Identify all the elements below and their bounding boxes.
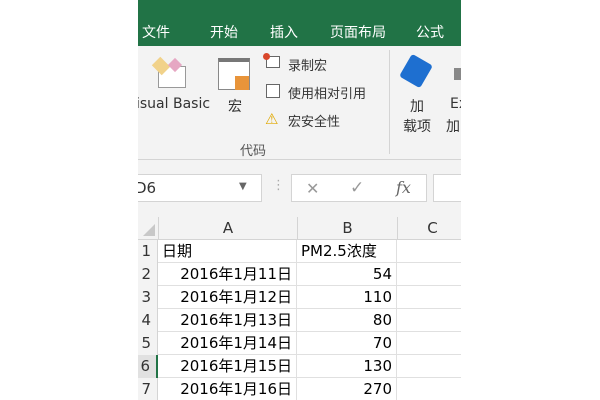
cell-a[interactable]: 2016年1月16日 [158, 378, 297, 400]
chevron-down-icon[interactable]: ▼ [239, 181, 247, 192]
row-header[interactable]: 6 [138, 355, 158, 378]
table-row: 7 2016年1月16日 270 [138, 378, 461, 400]
cell-b[interactable]: PM2.5浓度 [297, 240, 397, 263]
table-row: 6 2016年1月15日 130 [138, 355, 461, 378]
insert-function-icon[interactable]: fx [396, 178, 411, 197]
tab-page-layout[interactable]: 页面布局 [330, 22, 386, 42]
column-header-b[interactable]: B [298, 217, 398, 240]
macro-security-button[interactable]: 宏安全性 [288, 111, 340, 130]
column-header-a[interactable]: A [159, 217, 298, 240]
row-header[interactable]: 2 [138, 263, 158, 286]
tab-insert[interactable]: 插入 [270, 22, 298, 42]
table-row: 5 2016年1月14日 70 [138, 332, 461, 355]
row-header[interactable]: 4 [138, 309, 158, 332]
relative-reference-icon [266, 84, 280, 98]
drag-handle-icon[interactable]: ⋮ [272, 178, 285, 193]
ribbon-tab-bar: 文件 开始 插入 页面布局 公式 [138, 0, 461, 46]
row-header[interactable]: 7 [138, 378, 158, 400]
visual-basic-button[interactable]: isual Basic [138, 96, 210, 112]
formula-buttons: ✕ ✓ fx [291, 174, 427, 202]
cell-a[interactable]: 2016年1月13日 [158, 309, 297, 332]
excel-add-ins-label-1[interactable]: Ex [450, 96, 461, 112]
tab-formulas[interactable]: 公式 [416, 22, 444, 42]
add-ins-label-1[interactable]: 加 [410, 96, 424, 116]
record-macro-button[interactable]: 录制宏 [288, 55, 327, 74]
excel-add-ins-label-2[interactable]: 加 [446, 116, 460, 136]
formula-input[interactable] [433, 174, 461, 202]
formula-bar-area: D6 ▼ ⋮ ✕ ✓ fx [138, 160, 461, 217]
relative-reference-button[interactable]: 使用相对引用 [288, 83, 366, 102]
cancel-icon[interactable]: ✕ [306, 179, 319, 198]
cell-b[interactable]: 70 [297, 332, 397, 355]
table-row: 4 2016年1月13日 80 [138, 309, 461, 332]
visual-basic-icon [151, 56, 188, 88]
group-divider [389, 50, 390, 154]
name-box[interactable]: D6 ▼ [138, 174, 262, 202]
tab-file[interactable]: 文件 [142, 22, 170, 42]
macros-icon [218, 58, 250, 90]
cell-a[interactable]: 日期 [158, 240, 297, 263]
select-all-corner[interactable] [138, 217, 159, 240]
cell-a[interactable]: 2016年1月12日 [158, 286, 297, 309]
cell-b[interactable]: 54 [297, 263, 397, 286]
enter-icon[interactable]: ✓ [350, 178, 364, 198]
cell-b[interactable]: 130 [297, 355, 397, 378]
add-ins-icon [399, 53, 433, 89]
cell-a[interactable]: 2016年1月14日 [158, 332, 297, 355]
warning-icon: ⚠ [265, 110, 279, 128]
row-header[interactable]: 1 [138, 240, 158, 263]
column-header-c[interactable]: C [398, 217, 461, 240]
cell-b[interactable]: 270 [297, 378, 397, 400]
name-box-value: D6 [138, 179, 157, 197]
cell-a[interactable]: 2016年1月15日 [158, 355, 297, 378]
row-header[interactable]: 5 [138, 332, 158, 355]
row-header[interactable]: 3 [138, 286, 158, 309]
table-row: 2 2016年1月11日 54 [138, 263, 461, 286]
ribbon-developer: isual Basic 宏 录制宏 使用相对引用 ⚠ 宏安全性 代码 加 载项 … [138, 46, 461, 160]
excel-add-ins-icon [454, 68, 461, 80]
cell-a[interactable]: 2016年1月11日 [158, 263, 297, 286]
cell-b[interactable]: 110 [297, 286, 397, 309]
record-macro-icon [263, 53, 280, 68]
table-row: 1 日期 PM2.5浓度 [138, 240, 461, 263]
group-label-code: 代码 [240, 144, 267, 159]
table-row: 3 2016年1月12日 110 [138, 286, 461, 309]
add-ins-label-2[interactable]: 载项 [403, 116, 431, 136]
cell-b[interactable]: 80 [297, 309, 397, 332]
macros-button[interactable]: 宏 [228, 96, 242, 116]
tab-home[interactable]: 开始 [210, 22, 238, 42]
excel-window: 文件 开始 插入 页面布局 公式 isual Basic 宏 录制宏 使用相对引… [138, 0, 461, 400]
